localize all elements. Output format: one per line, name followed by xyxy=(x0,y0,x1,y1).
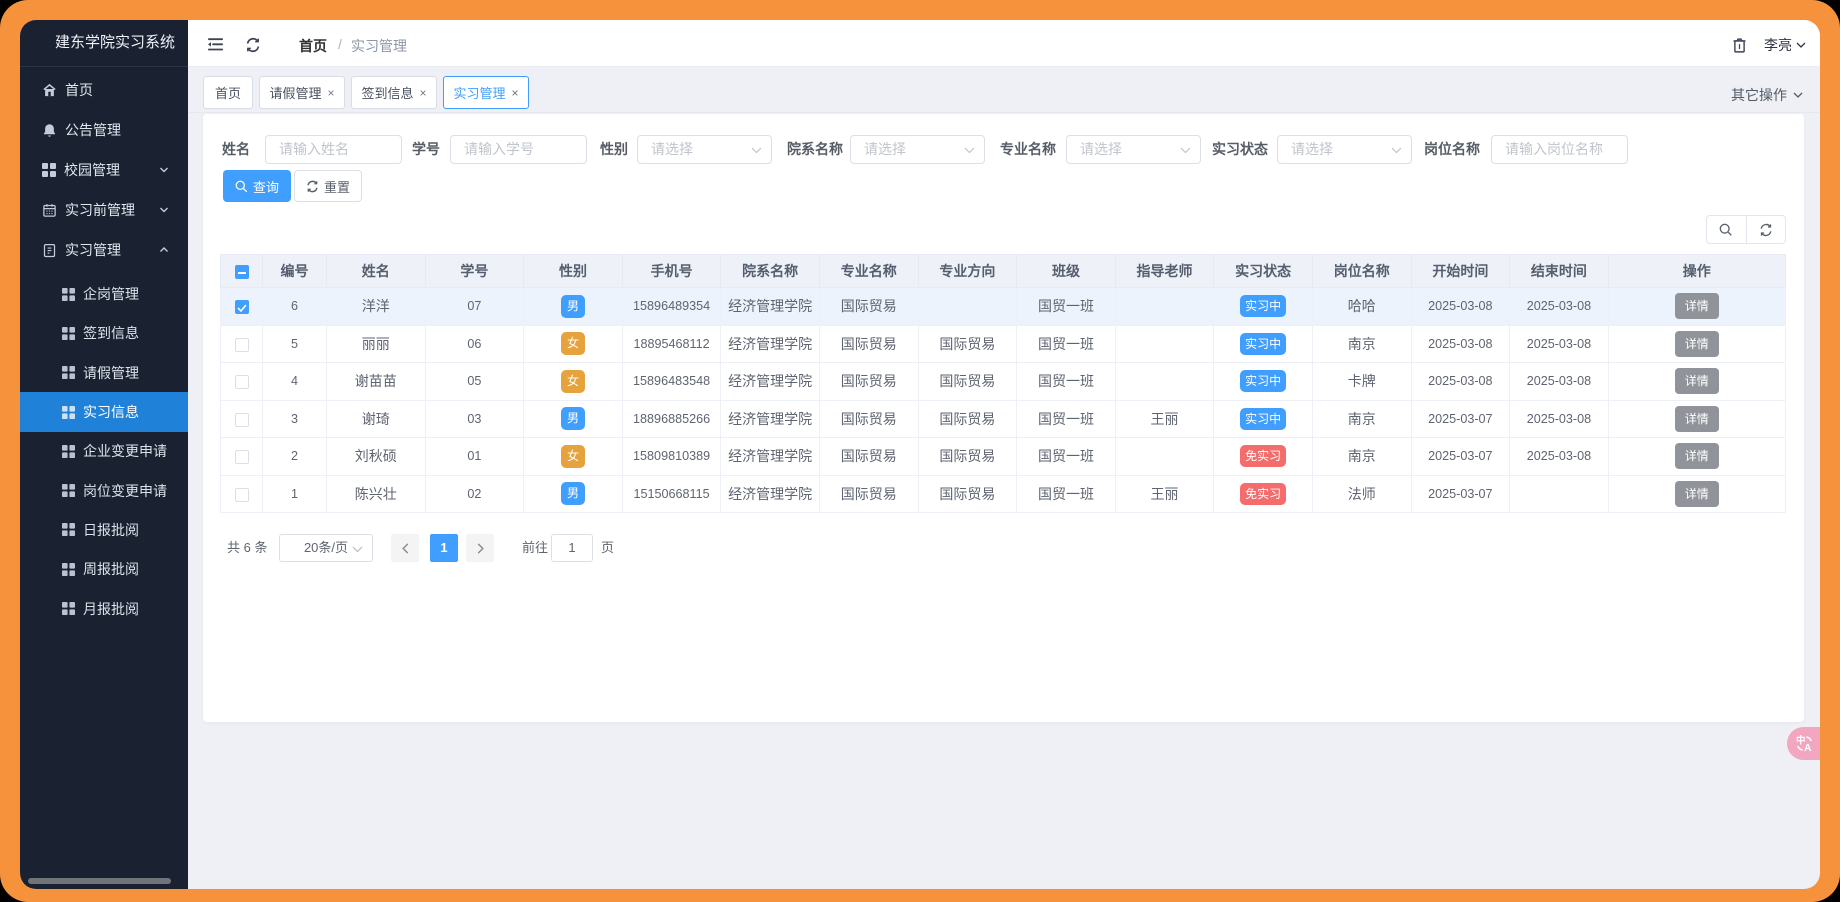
svg-text:A: A xyxy=(1804,743,1812,752)
